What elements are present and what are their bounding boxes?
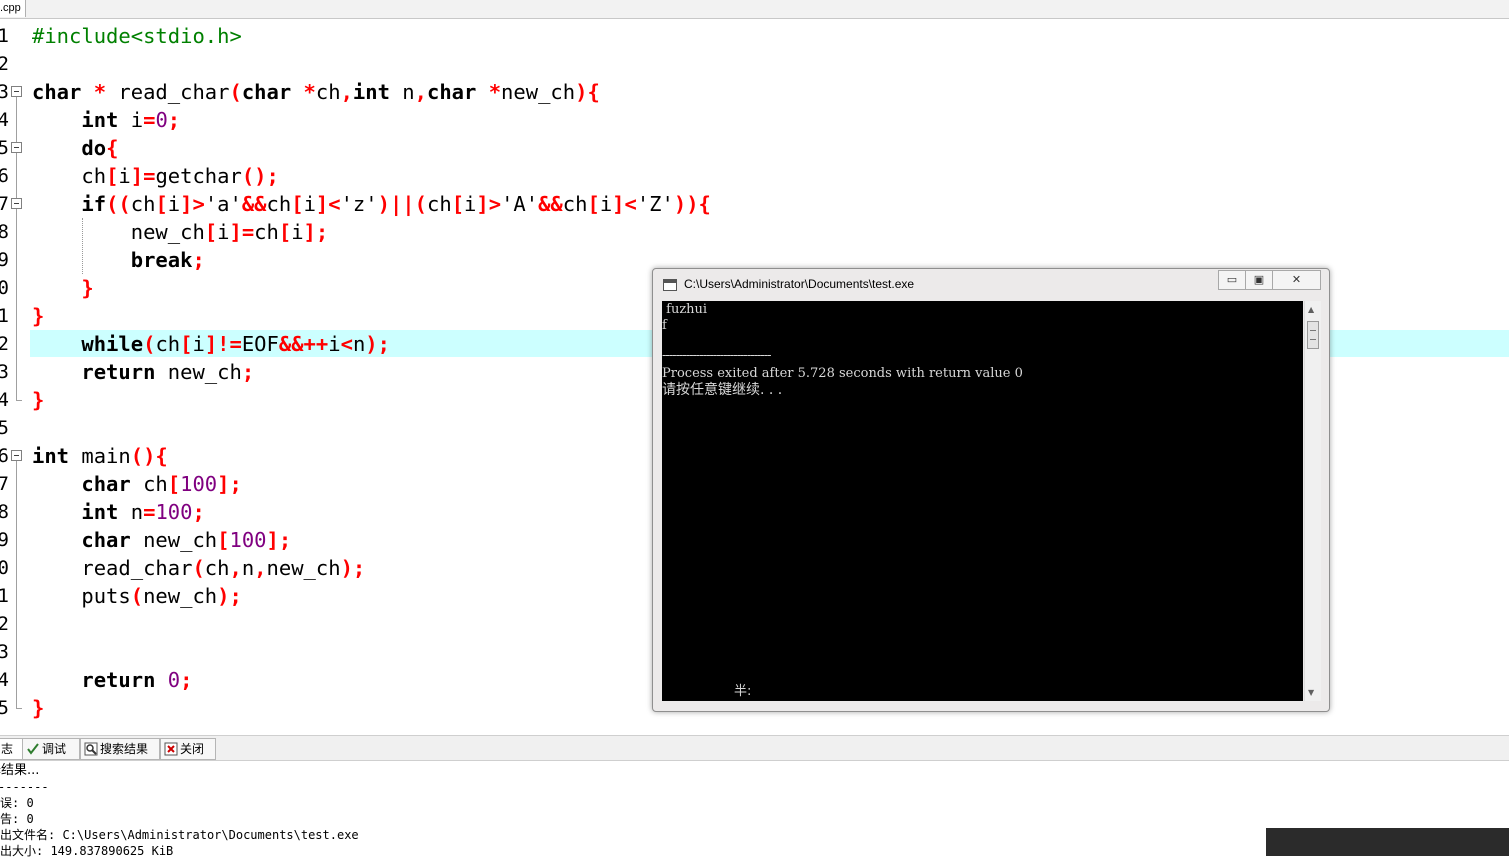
fold-toggle-icon[interactable] — [11, 86, 22, 97]
tab-search-results-label: 搜索结果 — [100, 742, 149, 756]
line-number: 9 — [0, 529, 9, 551]
code-line: int i=0; — [81, 108, 181, 132]
log-line: 错误: 0 — [0, 796, 34, 810]
line-number: 0 — [0, 277, 9, 299]
console-line: Process exited after 5.728 seconds with … — [662, 366, 1023, 381]
tab-compile-log-label: 志 — [1, 742, 14, 756]
line-number: 1 — [0, 585, 9, 607]
fold-end-marker — [16, 400, 22, 401]
console-line: fuzhui — [662, 302, 708, 317]
bottom-panel-tabs: 志 调试 搜索结果 关闭 — [0, 735, 1509, 761]
console-line: -------------------------------- — [662, 348, 772, 363]
code-line: do{ — [81, 136, 119, 160]
line-number: 6 — [0, 445, 9, 467]
code-line: int n=100; — [81, 500, 205, 524]
fold-end-marker — [16, 708, 22, 709]
line-number: 4 — [0, 389, 9, 411]
console-line: f — [662, 318, 667, 333]
line-number: 2 — [0, 53, 9, 75]
line-number: 9 — [0, 249, 9, 271]
checkmark-icon — [26, 742, 40, 756]
log-line: 输出文件名: C:\Users\Administrator\Documents\… — [0, 828, 359, 842]
code-line: char new_ch[100]; — [81, 528, 292, 552]
code-line: } — [32, 304, 45, 328]
line-number: 8 — [0, 501, 9, 523]
log-line: 输出大小: 149.837890625 KiB — [0, 844, 174, 858]
line-number: 5 — [0, 137, 9, 159]
code-line: break; — [130, 248, 205, 272]
line-number: 1 — [0, 305, 9, 327]
tab-search-results[interactable]: 搜索结果 — [80, 738, 160, 760]
search-icon — [84, 742, 98, 756]
console-title: C:\Users\Administrator\Documents\test.ex… — [684, 277, 915, 291]
file-tab[interactable]: .cpp — [0, 0, 26, 17]
code-line: } — [32, 388, 45, 412]
line-number: 5 — [0, 417, 9, 439]
tab-debug-label: 调试 — [42, 742, 67, 756]
console-output[interactable]: fuzhui f -------------------------------… — [662, 301, 1303, 701]
console-line: 请按任意键继续. . . — [662, 382, 783, 398]
code-line: ch[i]=getchar(); — [32, 164, 279, 188]
log-line: ------- — [0, 780, 49, 794]
line-number: 3 — [0, 361, 9, 383]
code-line: read_char(ch,n,new_ch); — [32, 556, 366, 580]
line-number: 3 — [0, 641, 9, 663]
code-line: char * read_char(char *ch,int n,char *ne… — [32, 80, 600, 104]
line-number: 5 — [0, 697, 9, 719]
code-line: char ch[100]; — [81, 472, 242, 496]
code-line: while(ch[i]!=EOF&&++i<n); — [81, 332, 390, 356]
scroll-down-icon[interactable]: ▼ — [1308, 688, 1314, 697]
log-line: 警告: 0 — [0, 812, 34, 826]
line-number-gutter: 1 2 3 4 5 6 7 8 9 0 1 2 3 4 5 6 7 8 9 0 … — [0, 19, 28, 729]
code-line: return new_ch; — [81, 360, 255, 384]
line-number: 8 — [0, 221, 9, 243]
line-number: 4 — [0, 109, 9, 131]
code-line: return 0; — [81, 668, 193, 692]
console-window[interactable]: C:\Users\Administrator\Documents\test.ex… — [652, 268, 1330, 712]
fold-guide — [16, 461, 17, 709]
log-line: 译结果... — [0, 763, 40, 778]
fold-toggle-icon[interactable] — [11, 198, 22, 209]
maximize-button[interactable]: ▣ — [1245, 270, 1273, 290]
minimize-button[interactable]: ▭ — [1218, 270, 1246, 290]
scroll-up-icon[interactable]: ▲ — [1308, 305, 1314, 314]
tab-debug[interactable]: 调试 — [22, 738, 80, 760]
line-number: 7 — [0, 473, 9, 495]
line-number: 2 — [0, 613, 9, 635]
line-number: 6 — [0, 165, 9, 187]
line-number: 1 — [0, 25, 9, 47]
code-line: puts(new_ch); — [32, 584, 242, 608]
line-number: 2 — [0, 333, 9, 355]
fold-toggle-icon[interactable] — [11, 142, 22, 153]
console-scrollbar[interactable]: ▲ ▼ — [1304, 301, 1321, 701]
line-number: 0 — [0, 557, 9, 579]
code-line: int main(){ — [32, 444, 168, 468]
line-number: 7 — [0, 193, 9, 215]
tab-close[interactable]: 关闭 — [160, 738, 216, 760]
code-line: if((ch[i]>'a'&&ch[i]<'z')||(ch[i]>'A'&&c… — [81, 192, 711, 216]
code-line: #include<stdio.h> — [32, 24, 242, 48]
file-tab-strip: .cpp — [0, 0, 1509, 19]
fold-toggle-icon[interactable] — [11, 450, 22, 461]
taskbar-fragment — [1266, 828, 1509, 856]
line-number: 3 — [0, 81, 9, 103]
scroll-thumb[interactable] — [1307, 321, 1319, 349]
tab-close-label: 关闭 — [180, 742, 205, 756]
code-line: } — [32, 696, 45, 720]
code-line: new_ch[i]=ch[i]; — [32, 220, 329, 244]
line-number: 4 — [0, 669, 9, 691]
console-titlebar[interactable]: C:\Users\Administrator\Documents\test.ex… — [653, 269, 1329, 299]
close-panel-icon — [164, 742, 178, 756]
ime-status: 半: — [734, 684, 752, 699]
console-app-icon — [663, 279, 677, 291]
close-button[interactable]: ✕ — [1272, 270, 1321, 290]
code-line: } — [81, 276, 94, 300]
